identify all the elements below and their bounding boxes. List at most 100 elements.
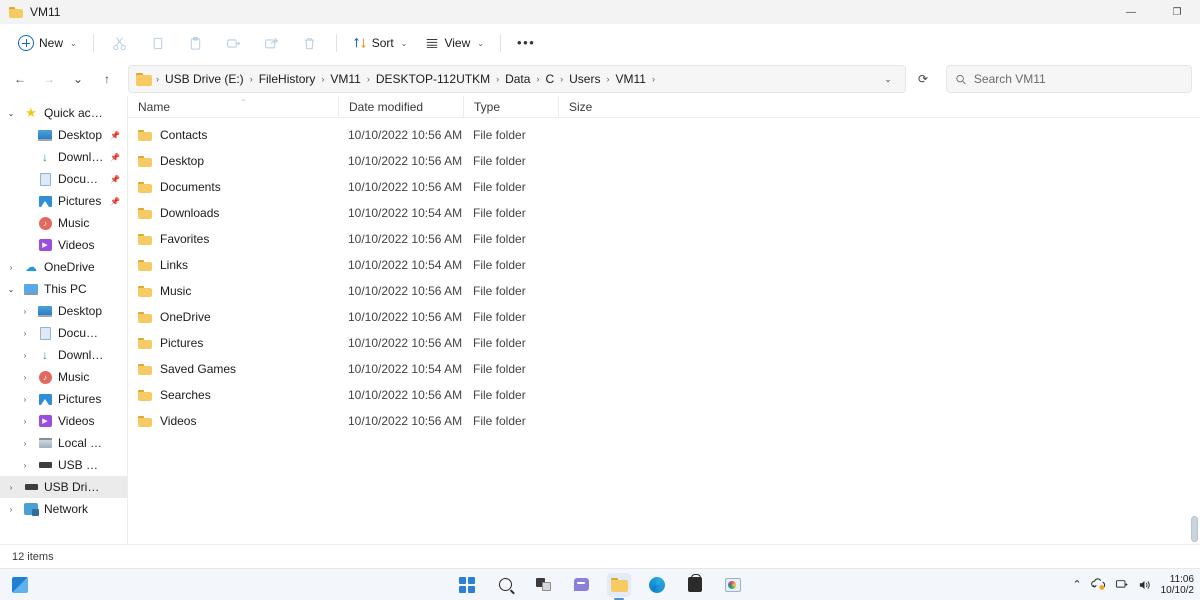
onedrive-sync-icon[interactable] [1090, 578, 1106, 591]
table-row[interactable]: Saved Games 10/10/2022 10:54 AM File folde… [130, 356, 1198, 382]
chevron-right-icon[interactable]: › [18, 439, 32, 448]
table-row[interactable]: Desktop 10/10/2022 10:56 AM File folder [130, 148, 1198, 174]
sidebar-item-pictures[interactable]: Pictures 📌 [0, 190, 127, 212]
volume-icon[interactable] [1138, 579, 1152, 591]
sidebar-item-music[interactable]: › ♪ Music [0, 366, 127, 388]
column-header-date-modified[interactable]: Date modified [338, 95, 463, 118]
column-header-size[interactable]: Size [558, 95, 620, 118]
sidebar-item-videos[interactable]: › ▶ Videos [0, 410, 127, 432]
chevron-right-icon[interactable]: › [18, 395, 32, 404]
sidebar-item-network[interactable]: › Network [0, 498, 127, 520]
breadcrumb-item[interactable]: Users [564, 70, 605, 88]
pin-icon[interactable]: 📌 [109, 153, 121, 162]
store-button[interactable] [683, 573, 707, 597]
sidebar-item-usb-drive-e[interactable]: › USB Drive (E:) [0, 476, 127, 498]
pin-icon[interactable]: 📌 [109, 175, 121, 184]
sidebar-item-videos[interactable]: ▶ Videos [0, 234, 127, 256]
sidebar-item-desktop[interactable]: › Desktop [0, 300, 127, 322]
network-icon[interactable] [1115, 579, 1129, 591]
minimize-button[interactable]: — [1108, 0, 1154, 24]
sidebar-item-desktop[interactable]: Desktop 📌 [0, 124, 127, 146]
file-type-cell: File folder [473, 206, 526, 220]
more-options-button[interactable]: ••• [509, 29, 543, 57]
table-row[interactable]: Videos 10/10/2022 10:56 AM File folder [130, 408, 1198, 434]
chat-button[interactable] [569, 573, 593, 597]
document-icon [37, 325, 53, 341]
copy-button[interactable] [140, 29, 176, 57]
breadcrumb-item[interactable]: USB Drive (E:) [160, 70, 249, 88]
sidebar-item-onedrive[interactable]: › ☁ OneDrive [0, 256, 127, 278]
sidebar-item-this-pc[interactable]: ⌄ This PC [0, 278, 127, 300]
cut-button[interactable] [102, 29, 138, 57]
pin-icon[interactable]: 📌 [109, 197, 121, 206]
breadcrumb-item[interactable]: DESKTOP-112UTKM [371, 70, 495, 88]
column-header-type[interactable]: Type [463, 95, 558, 118]
chevron-right-icon[interactable]: › [18, 307, 32, 316]
maximize-restore-button[interactable]: ❐ [1154, 0, 1200, 24]
sidebar-item-documents[interactable]: Documents 📌 [0, 168, 127, 190]
sidebar-item-downloads[interactable]: ↓ Downloads 📌 [0, 146, 127, 168]
table-row[interactable]: Documents 10/10/2022 10:56 AM File folder [130, 174, 1198, 200]
chevron-right-icon[interactable]: › [4, 263, 18, 272]
chevron-down-icon[interactable]: ⌄ [4, 109, 18, 118]
paste-button[interactable] [178, 29, 214, 57]
view-button[interactable]: View ⌄ [417, 29, 492, 57]
start-button[interactable] [455, 573, 479, 597]
address-dropdown-button[interactable]: ⌄ [875, 66, 901, 92]
tray-overflow-button[interactable]: ⌃ [1072, 578, 1081, 591]
back-button[interactable]: ← [6, 65, 34, 93]
new-button-label: New [39, 36, 64, 50]
search-input[interactable] [973, 72, 1183, 86]
table-row[interactable]: Music 10/10/2022 10:56 AM File folder [130, 278, 1198, 304]
breadcrumb-item[interactable]: FileHistory [254, 70, 321, 88]
share-button[interactable] [254, 29, 290, 57]
paint-button[interactable] [721, 573, 745, 597]
toolbar-divider [92, 34, 94, 52]
task-view-button[interactable] [531, 573, 555, 597]
breadcrumb-item[interactable]: Data [500, 70, 535, 88]
table-row[interactable]: Searches 10/10/2022 10:56 AM File folder [130, 382, 1198, 408]
sidebar-item-pictures[interactable]: › Pictures [0, 388, 127, 410]
column-header-name[interactable]: Name ⌃ [128, 96, 338, 118]
address-bar[interactable]: › USB Drive (E:) › FileHistory › VM11 › DESKTOP… [128, 65, 906, 93]
table-row[interactable]: Contacts 10/10/2022 10:56 AM File folder [130, 122, 1198, 148]
chevron-right-icon[interactable]: › [18, 351, 32, 360]
rename-button[interactable] [216, 29, 252, 57]
breadcrumb-item[interactable]: C [540, 70, 559, 88]
sidebar-item-documents[interactable]: › Documents [0, 322, 127, 344]
vertical-scrollbar[interactable] [1191, 516, 1198, 542]
table-row[interactable]: Pictures 10/10/2022 10:56 AM File folder [130, 330, 1198, 356]
pin-icon[interactable]: 📌 [109, 131, 121, 140]
sort-button[interactable]: Sort ⌄ [345, 29, 416, 57]
table-row[interactable]: Downloads 10/10/2022 10:54 AM File folder [130, 200, 1198, 226]
sidebar-item-local-disk-c[interactable]: › Local Disk (C:) [0, 432, 127, 454]
file-explorer-button[interactable] [607, 572, 631, 600]
recent-locations-button[interactable]: ⌄ [64, 65, 92, 93]
chevron-right-icon[interactable]: › [18, 461, 32, 470]
breadcrumb-item[interactable]: VM11 [610, 70, 650, 88]
chevron-right-icon[interactable]: › [4, 505, 18, 514]
chevron-right-icon[interactable]: › [18, 417, 32, 426]
chevron-down-icon[interactable]: ⌄ [4, 285, 18, 294]
search-taskbar-button[interactable] [493, 573, 517, 597]
sidebar-item-quick-access[interactable]: ⌄ ★ Quick access [0, 102, 127, 124]
forward-button[interactable]: → [35, 65, 63, 93]
chevron-right-icon[interactable]: › [4, 483, 18, 492]
table-row[interactable]: Favorites 10/10/2022 10:56 AM File folder [130, 226, 1198, 252]
taskbar-left-widget[interactable] [12, 576, 28, 593]
table-row[interactable]: Links 10/10/2022 10:54 AM File folder [130, 252, 1198, 278]
sidebar-item-downloads[interactable]: › ↓ Downloads [0, 344, 127, 366]
refresh-button[interactable]: ⟳ [909, 65, 937, 93]
edge-button[interactable] [645, 573, 669, 597]
sidebar-item-usb-drive-e[interactable]: › USB Drive (E:) [0, 454, 127, 476]
delete-button[interactable] [292, 29, 328, 57]
sidebar-item-music[interactable]: ♪ Music [0, 212, 127, 234]
table-row[interactable]: OneDrive 10/10/2022 10:56 AM File folder [130, 304, 1198, 330]
breadcrumb-item[interactable]: VM11 [325, 70, 365, 88]
new-button[interactable]: New ⌄ [10, 29, 85, 57]
chevron-right-icon[interactable]: › [18, 373, 32, 382]
search-box[interactable] [946, 65, 1192, 93]
clock[interactable]: 11:06 10/10/2 [1161, 574, 1196, 596]
chevron-right-icon[interactable]: › [18, 329, 32, 338]
up-button[interactable]: ↑ [93, 65, 121, 93]
